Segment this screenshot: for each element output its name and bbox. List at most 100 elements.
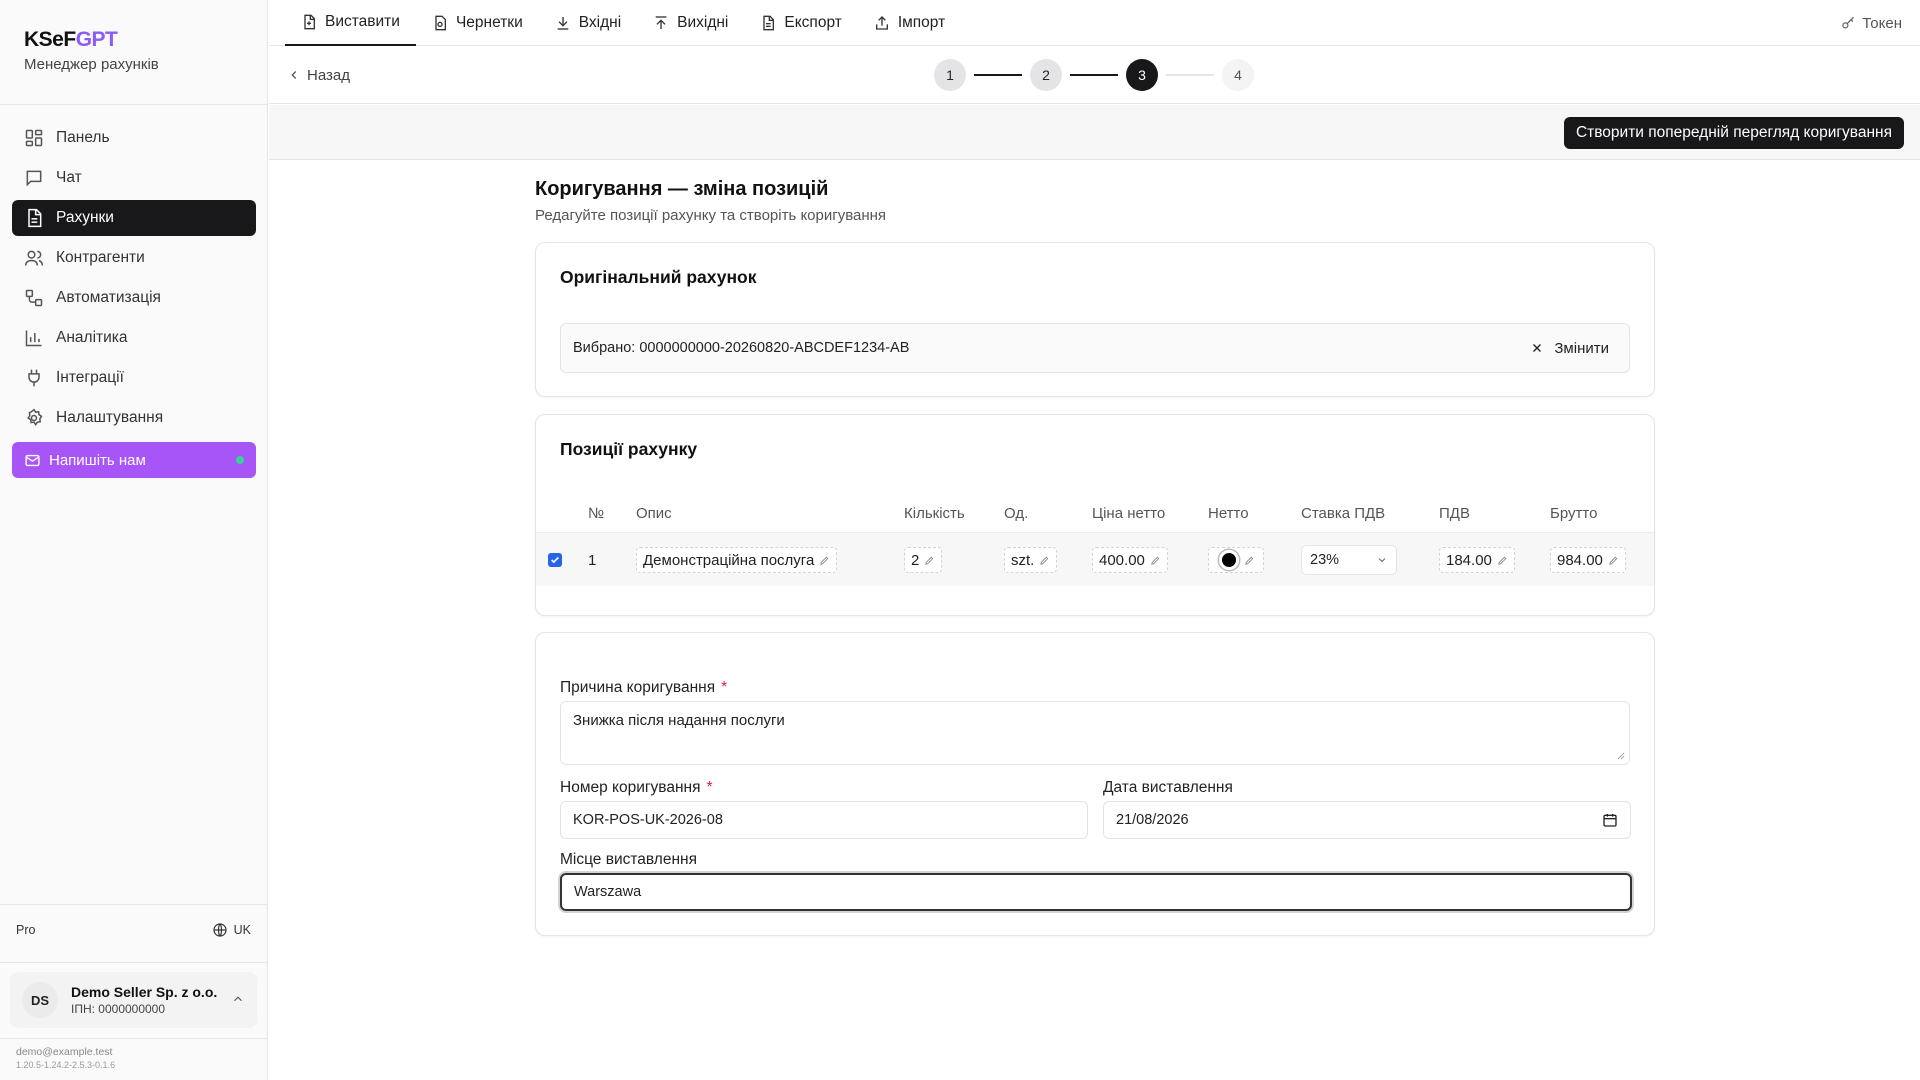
issue-date-value: 21/08/2026 bbox=[1116, 812, 1189, 828]
tab-incoming[interactable]: Вхідні bbox=[539, 0, 637, 46]
net-cell[interactable] bbox=[1208, 547, 1264, 573]
account-tax-id: ІПН: 0000000000 bbox=[71, 1002, 166, 1016]
tab-issue[interactable]: Виставити bbox=[285, 0, 416, 46]
step-connector bbox=[974, 74, 1022, 76]
token-button[interactable]: Токен bbox=[1841, 0, 1902, 46]
file-plus-icon bbox=[304, 14, 315, 30]
top-bar: Виставити Чернетки Вхідні Вихідні Експор… bbox=[269, 0, 1920, 46]
original-invoice-card: Оригінальний рахунок Вибрано: 0000000000… bbox=[535, 242, 1655, 397]
invoice-items-card: Позиції рахунку № Опис Кількість Од. Цін… bbox=[535, 414, 1655, 616]
correction-details-card: Причина коригування * Знижка після наданн… bbox=[535, 632, 1655, 936]
upload-icon bbox=[655, 16, 667, 29]
account-switcher[interactable]: DS Demo Seller Sp. z o.o. ІПН: 000000000… bbox=[10, 972, 257, 1028]
change-label: Змінити bbox=[1554, 339, 1609, 357]
reason-textarea[interactable]: Знижка після надання послуги bbox=[560, 701, 1630, 765]
unit-price-cell[interactable]: 400.00 bbox=[1092, 547, 1168, 573]
row-checkbox[interactable] bbox=[548, 553, 562, 567]
table-header: № Опис Кількість Од. Ціна нетто Нетто Ст… bbox=[536, 495, 1654, 531]
app-subtitle: Менеджер рахунків bbox=[24, 56, 159, 73]
language-switcher[interactable]: UK bbox=[212, 922, 251, 938]
sidebar-item-dashboard[interactable]: Панель bbox=[12, 120, 256, 156]
vat-rate-select[interactable]: 23% bbox=[1301, 545, 1397, 575]
description-cell[interactable]: Демонстраційна послуга bbox=[636, 547, 838, 573]
sidebar-item-integrations[interactable]: Інтеграції bbox=[12, 360, 256, 396]
pencil-icon bbox=[925, 556, 934, 565]
quantity-value: 2 bbox=[911, 551, 920, 569]
step-4[interactable]: 4 bbox=[1222, 59, 1254, 91]
unit-value: szt. bbox=[1011, 551, 1035, 569]
column-header-gross: Брутто bbox=[1550, 505, 1598, 522]
brand: KSeFGPT Менеджер рахунків bbox=[24, 28, 159, 73]
back-button[interactable]: Назад bbox=[287, 46, 350, 104]
language-code: UK bbox=[233, 923, 251, 937]
unit-cell[interactable]: szt. bbox=[1004, 547, 1058, 573]
correction-number-label: Номер коригування * bbox=[560, 779, 713, 796]
column-header-unit: Од. bbox=[1004, 505, 1029, 522]
drag-handle[interactable] bbox=[1219, 550, 1239, 570]
contact-us-button[interactable]: Напишіть нам bbox=[12, 442, 256, 478]
reason-label: Причина коригування * bbox=[560, 679, 728, 696]
app-logo[interactable]: KSeFGPT bbox=[24, 28, 159, 52]
column-header-vat: ПДВ bbox=[1439, 505, 1470, 522]
selected-invoice: Вибрано: 0000000000-20260820-ABCDEF1234-… bbox=[560, 323, 1630, 373]
step-connector bbox=[1070, 74, 1118, 76]
card-title: Оригінальний рахунок bbox=[560, 267, 757, 287]
mail-icon bbox=[25, 454, 40, 466]
dashboard-icon bbox=[25, 129, 43, 147]
sidebar-item-invoices[interactable]: Рахунки bbox=[12, 200, 256, 236]
tab-drafts[interactable]: Чернетки bbox=[416, 0, 539, 46]
pencil-icon bbox=[1151, 556, 1160, 565]
vat-value: 184.00 bbox=[1446, 551, 1492, 569]
chevron-down-icon bbox=[1378, 558, 1386, 563]
close-icon bbox=[1533, 344, 1542, 352]
issue-place-value: Warszawa bbox=[574, 884, 642, 900]
stepper: 1 2 3 4 bbox=[934, 59, 1254, 91]
tab-label: Вихідні bbox=[677, 14, 729, 31]
table-row: 1 Демонстраційна послуга 2 szt. 400.00 2… bbox=[536, 532, 1654, 586]
quantity-cell[interactable]: 2 bbox=[904, 547, 943, 573]
step-2[interactable]: 2 bbox=[1030, 59, 1062, 91]
download-icon bbox=[557, 17, 569, 30]
pencil-icon bbox=[1245, 556, 1254, 565]
create-preview-button[interactable]: Створити попередній перегляд коригування bbox=[1563, 117, 1904, 149]
users-icon bbox=[24, 250, 44, 266]
change-invoice-button[interactable]: Змінити bbox=[1530, 324, 1609, 372]
correction-number-input[interactable]: KOR-POS-UK-2026-08 bbox=[560, 801, 1088, 839]
pencil-icon bbox=[1609, 556, 1618, 565]
tab-outgoing[interactable]: Вихідні bbox=[637, 0, 744, 46]
tab-export[interactable]: Експорт bbox=[744, 0, 857, 46]
page-title: Коригування — зміна позицій bbox=[535, 178, 829, 200]
chat-icon bbox=[26, 170, 42, 187]
vat-cell[interactable]: 184.00 bbox=[1439, 547, 1515, 573]
sidebar-divider bbox=[0, 104, 267, 105]
sidebar-item-analytics[interactable]: Аналітика bbox=[12, 320, 256, 356]
tab-label: Чернетки bbox=[455, 14, 523, 31]
tab-import[interactable]: Імпорт bbox=[858, 0, 961, 46]
sidebar-item-contractors[interactable]: Контрагенти bbox=[12, 240, 256, 276]
plan-row: Pro UK bbox=[16, 922, 251, 938]
back-label: Назад bbox=[307, 66, 350, 84]
issue-place-label: Місце виставлення bbox=[560, 851, 697, 868]
issue-date-input[interactable]: 21/08/2026 bbox=[1103, 801, 1631, 839]
issue-date-label: Дата виставлення bbox=[1103, 779, 1233, 796]
calendar-icon[interactable] bbox=[1602, 812, 1618, 828]
sidebar-item-automation[interactable]: Автоматизація bbox=[12, 280, 256, 316]
sidebar-item-label: Рахунки bbox=[56, 209, 114, 226]
sidebar-item-label: Автоматизація bbox=[56, 289, 161, 306]
sidebar-divider bbox=[0, 904, 267, 905]
step-connector bbox=[1166, 74, 1214, 76]
column-header-vat-rate: Ставка ПДВ bbox=[1301, 505, 1386, 522]
document-icon bbox=[28, 208, 42, 228]
file-export-icon bbox=[763, 15, 775, 31]
description-value: Демонстраційна послуга bbox=[643, 551, 815, 569]
pencil-icon bbox=[820, 556, 829, 565]
step-1[interactable]: 1 bbox=[934, 59, 966, 91]
sidebar-divider bbox=[0, 962, 267, 963]
sidebar-item-settings[interactable]: Налаштування bbox=[12, 400, 256, 436]
step-3[interactable]: 3 bbox=[1126, 59, 1158, 91]
vat-rate-value: 23% bbox=[1310, 552, 1340, 568]
sidebar-item-chat[interactable]: Чат bbox=[12, 160, 256, 196]
issue-place-input[interactable]: Warszawa bbox=[560, 873, 1632, 911]
gross-cell[interactable]: 984.00 bbox=[1550, 547, 1626, 573]
resize-handle-icon[interactable] bbox=[1617, 752, 1625, 760]
